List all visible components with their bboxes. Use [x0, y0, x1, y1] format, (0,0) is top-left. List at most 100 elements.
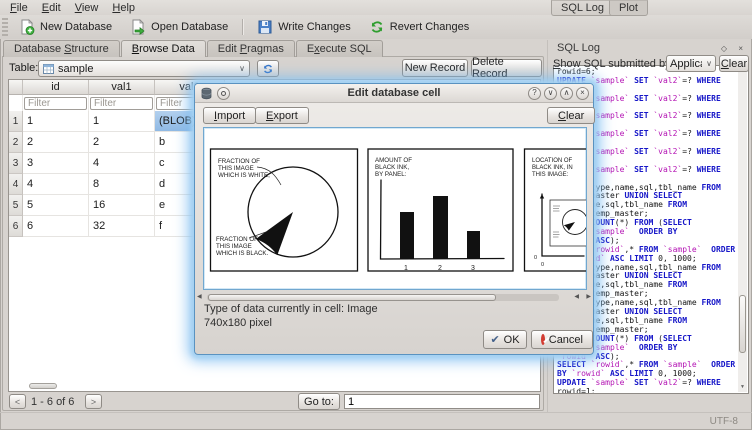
toolbar-drag-handle[interactable]: [2, 18, 8, 36]
export-button[interactable]: Export: [255, 107, 309, 124]
database-icon: [200, 87, 213, 100]
comic-white-label-3: WHICH IS WHITE,: [218, 172, 270, 179]
revert-changes-button[interactable]: Revert Changes: [360, 17, 479, 37]
menu-view[interactable]: View: [68, 1, 106, 15]
export-label: Export: [266, 110, 298, 122]
image-size-label: 740x180 pixel: [204, 317, 272, 329]
open-database-button[interactable]: Open Database: [121, 17, 237, 37]
table-hscrollbar-thumb[interactable]: [29, 383, 57, 389]
menu-file[interactable]: File: [3, 1, 35, 15]
new-database-button[interactable]: New Database: [10, 17, 121, 37]
row-header[interactable]: 4: [9, 174, 23, 195]
sql-log-clear-label: Clear: [721, 58, 747, 70]
tab-execute-sql[interactable]: Execute SQL: [296, 40, 383, 57]
row-header[interactable]: 3: [9, 153, 23, 174]
cell-image-preview[interactable]: FRACTION OF THIS IMAGE WHICH IS WHITE, F…: [203, 127, 587, 290]
row-header[interactable]: 6: [9, 216, 23, 237]
delete-record-button[interactable]: Delete Record: [471, 59, 542, 77]
table-combobox[interactable]: sample ∨: [38, 60, 250, 77]
sql-log-vscrollbar-thumb[interactable]: [739, 295, 746, 353]
row-header[interactable]: 2: [9, 132, 23, 153]
dialog-close-button[interactable]: ×: [576, 87, 589, 100]
prev-icon: <: [15, 397, 20, 407]
sql-log-dock-title: SQL Log: [557, 42, 600, 54]
table-cell[interactable]: 2: [23, 132, 89, 153]
table-cell[interactable]: 6: [23, 216, 89, 237]
keep-above-button[interactable]: [217, 87, 230, 100]
comic-white-label-1: FRACTION OF: [218, 158, 260, 165]
comic-bars-title-2: BLACK INK,: [375, 164, 409, 171]
goto-input[interactable]: [344, 394, 540, 409]
tab-edit-pragmas[interactable]: Edit Pragmas: [207, 40, 295, 57]
comic-bars-title-1: AMOUNT OF: [375, 157, 412, 164]
dock-float-icon[interactable]: ◇: [721, 44, 727, 53]
comic-bar-label-1: 1: [404, 265, 408, 272]
table-cell[interactable]: 32: [89, 216, 155, 237]
main-tabbar: Database Structure Browse Data Edit Prag…: [0, 40, 546, 57]
bottom-tab-plot[interactable]: Plot: [609, 0, 648, 16]
encoding-label: UTF-8: [710, 416, 738, 427]
dock-close-icon[interactable]: ×: [738, 44, 743, 53]
table-cell[interactable]: 3: [23, 153, 89, 174]
write-changes-icon: [257, 19, 273, 35]
ok-button[interactable]: ✔ OK: [483, 330, 527, 349]
scroll-left-icon[interactable]: ◀: [574, 293, 579, 302]
prev-page-button[interactable]: <: [9, 394, 26, 409]
tab-browse-data[interactable]: Browse Data: [121, 40, 206, 57]
row-header[interactable]: 1: [9, 111, 23, 132]
new-record-button[interactable]: New Record: [402, 59, 468, 77]
next-page-button[interactable]: >: [85, 394, 102, 409]
filter-input-id[interactable]: [24, 97, 87, 110]
table-cell[interactable]: 8: [89, 174, 155, 195]
table-cell[interactable]: 4: [23, 174, 89, 195]
sql-log-vscrollbar[interactable]: ▲ ▼: [738, 67, 747, 392]
comic-zero-x: 0: [541, 262, 544, 268]
tab-database-structure[interactable]: Database Structure: [3, 40, 120, 57]
table-cell[interactable]: 1: [89, 111, 155, 132]
check-icon: ✔: [490, 333, 499, 346]
filter-input-val1[interactable]: [90, 97, 153, 110]
dialog-maximize-button[interactable]: ∧: [560, 87, 573, 100]
goto-label: Go to:: [304, 396, 334, 408]
import-label: Import: [214, 110, 245, 122]
dialog-help-button[interactable]: ?: [528, 87, 541, 100]
open-database-label: Open Database: [151, 21, 228, 33]
table-corner-header[interactable]: [9, 80, 23, 95]
row-header[interactable]: 5: [9, 195, 23, 216]
sql-log-clear-button[interactable]: Clear: [719, 55, 749, 72]
image-hscrollbar-track[interactable]: [207, 294, 559, 301]
image-hscrollbar[interactable]: ◀ ◀ ▶: [197, 293, 593, 302]
scroll-left-icon[interactable]: ◀: [197, 293, 202, 302]
bottom-tab-sql-log[interactable]: SQL Log: [551, 0, 614, 16]
cancel-button[interactable]: Cancel: [531, 330, 593, 349]
menu-edit[interactable]: Edit: [35, 1, 68, 15]
toolbar-separator: [242, 19, 243, 35]
write-changes-button[interactable]: Write Changes: [248, 17, 360, 37]
refresh-button[interactable]: [257, 60, 279, 77]
scroll-right-icon[interactable]: ▶: [586, 293, 591, 302]
refresh-icon: [262, 63, 274, 75]
table-cell[interactable]: 1: [23, 111, 89, 132]
column-header-val1[interactable]: val1: [89, 80, 155, 95]
table-cell[interactable]: 5: [23, 195, 89, 216]
import-button[interactable]: Import: [203, 107, 256, 124]
write-changes-label: Write Changes: [278, 21, 351, 33]
new-database-label: New Database: [40, 21, 112, 33]
comic-location-title-1: LOCATION OF: [532, 158, 573, 164]
comic-bar-label-3: 3: [471, 265, 475, 272]
dialog-shade-button[interactable]: ∨: [544, 87, 557, 100]
table-cell[interactable]: 2: [89, 132, 155, 153]
statusbar: UTF-8: [0, 412, 752, 430]
comic-black-label-3: WHICH IS BLACK.: [216, 250, 269, 257]
table-cell[interactable]: 16: [89, 195, 155, 216]
scroll-down-icon[interactable]: ▼: [738, 383, 747, 392]
sql-source-combobox[interactable]: Applicati ∨: [666, 55, 716, 72]
menu-help[interactable]: Help: [105, 1, 142, 15]
column-header-id[interactable]: id: [23, 80, 89, 95]
dialog-titlebar[interactable]: Edit database cell ? ∨ ∧ ×: [195, 84, 593, 103]
goto-button[interactable]: Go to:: [298, 393, 340, 410]
edit-cell-dialog: Edit database cell ? ∨ ∧ × Import Export…: [194, 83, 594, 355]
image-hscrollbar-thumb[interactable]: [208, 294, 496, 301]
table-cell[interactable]: 4: [89, 153, 155, 174]
clear-cell-button[interactable]: Clear: [547, 107, 595, 124]
